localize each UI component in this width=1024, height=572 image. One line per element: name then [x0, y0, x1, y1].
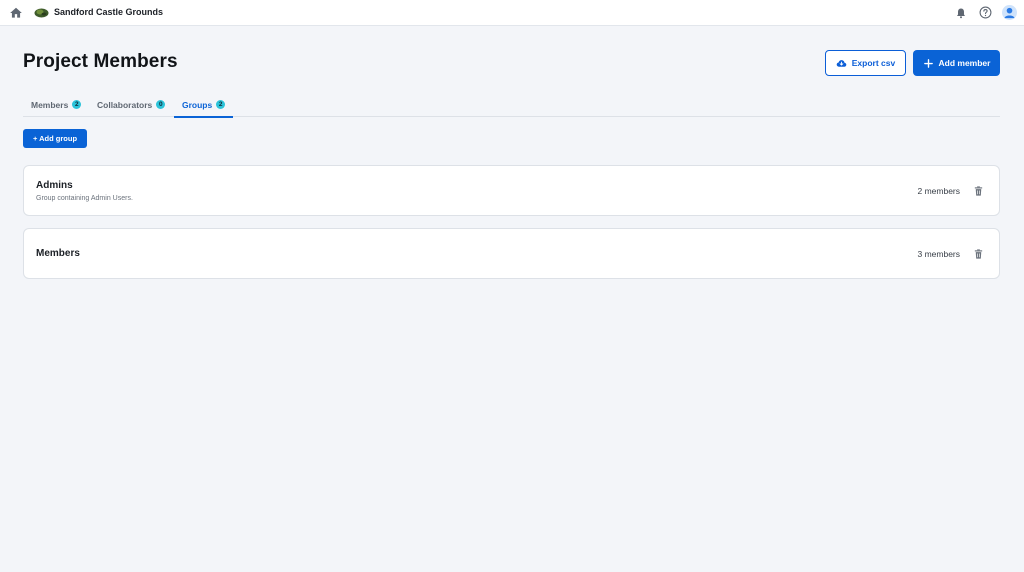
add-group-label: + Add group	[32, 134, 78, 143]
tab-label: Collaborators	[97, 99, 153, 110]
project-thumbnail[interactable]	[34, 7, 49, 19]
home-icon[interactable]	[9, 6, 23, 20]
page-title: Project Members	[23, 51, 178, 72]
tab-members[interactable]: Members 2	[23, 92, 89, 117]
tab-collaborators[interactable]: Collaborators 0	[89, 92, 173, 117]
plus-icon	[923, 58, 933, 68]
group-card-admins[interactable]: Admins Group containing Admin Users. 2 m…	[23, 165, 1000, 216]
project-name[interactable]: Sandford Castle Grounds	[54, 7, 163, 17]
group-name: Admins	[36, 180, 73, 191]
tab-label: Groups	[182, 99, 213, 110]
member-tabs: Members 2 Collaborators 0 Groups 2	[23, 92, 1000, 118]
group-member-count: 2 members	[917, 186, 960, 196]
group-description: Group containing Admin Users.	[36, 195, 133, 202]
add-group-button[interactable]: + Add group	[23, 129, 87, 148]
tab-label: Members	[31, 99, 69, 110]
cloud-download-icon	[836, 59, 847, 67]
trash-icon[interactable]	[973, 248, 984, 260]
add-member-label: Add member	[938, 58, 991, 68]
group-name: Members	[36, 248, 80, 259]
trash-icon[interactable]	[973, 185, 984, 197]
tab-count-badge: 2	[72, 100, 82, 109]
tab-count-badge: 0	[156, 100, 166, 109]
avatar-icon[interactable]	[1002, 5, 1017, 20]
top-bar: Sandford Castle Grounds	[0, 0, 1024, 26]
export-csv-label: Export csv	[851, 58, 896, 68]
bell-icon[interactable]	[955, 7, 967, 19]
help-icon[interactable]	[979, 6, 992, 19]
export-csv-button[interactable]: Export csv	[825, 50, 906, 76]
group-card-members[interactable]: Members 3 members	[23, 228, 1000, 279]
tab-count-badge: 2	[216, 100, 226, 109]
add-member-button[interactable]: Add member	[913, 50, 1000, 76]
group-member-count: 3 members	[917, 249, 960, 259]
tab-groups[interactable]: Groups 2	[174, 92, 234, 118]
